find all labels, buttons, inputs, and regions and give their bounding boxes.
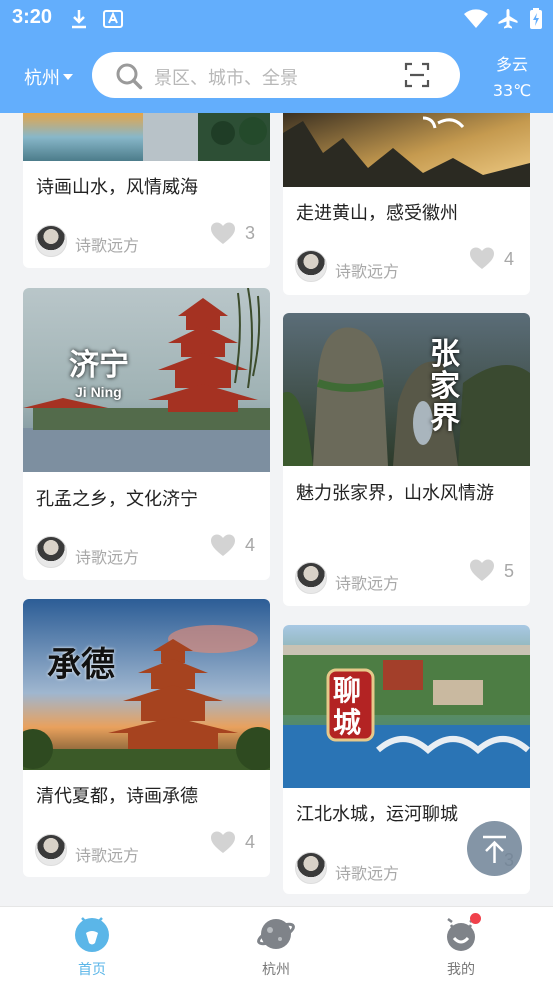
weather-temp: 33℃ xyxy=(492,81,532,100)
image-caption: 张家界 xyxy=(430,337,460,436)
heart-icon[interactable] xyxy=(210,221,236,245)
image-subcaption: Ji Ning xyxy=(75,384,122,400)
avatar xyxy=(295,562,327,594)
search-bar[interactable]: 景区、城市、全景 xyxy=(92,52,460,98)
image-caption: 济宁 xyxy=(69,348,129,383)
like-count: 5 xyxy=(504,561,515,581)
card-author: 诗歌远方 xyxy=(335,262,400,281)
weather-widget[interactable]: 多云 33℃ xyxy=(488,52,536,104)
scan-icon[interactable] xyxy=(404,62,430,88)
image-caption: 聊城 xyxy=(333,674,362,739)
weather-desc: 多云 xyxy=(495,55,528,74)
bottom-tab-bar: 首页 杭州 我的 xyxy=(0,906,553,983)
destination-image xyxy=(283,113,530,187)
avatar xyxy=(35,225,67,257)
card-title: 孔孟之乡，文化济宁 xyxy=(36,489,198,510)
card-title: 走进黄山，感受徽州 xyxy=(296,203,458,224)
planet-icon xyxy=(256,913,296,953)
search-placeholder: 景区、城市、全景 xyxy=(154,68,298,89)
wifi-icon xyxy=(464,9,488,28)
destination-image xyxy=(283,313,530,466)
card-author: 诗歌远方 xyxy=(335,574,400,593)
tab-label: 杭州 xyxy=(262,962,290,978)
status-time: 3:20 xyxy=(12,6,53,28)
card-title: 诗画山水，风情威海 xyxy=(36,177,198,198)
destination-card[interactable]: 走进黄山，感受徽州 诗歌远方 4 xyxy=(283,113,530,295)
tab-label: 我的 xyxy=(447,962,475,978)
tab-city[interactable]: 杭州 xyxy=(236,913,316,979)
profile-deer-icon xyxy=(441,913,481,953)
chevron-down-icon xyxy=(63,74,73,80)
destination-card[interactable]: 济宁 Ji Ning 孔孟之乡，文化济宁 诗歌远方 4 xyxy=(23,288,270,580)
home-deer-icon xyxy=(72,913,112,953)
like-count: 4 xyxy=(245,832,256,852)
destination-card[interactable]: 承德 清代夏都，诗画承德 诗歌远方 4 xyxy=(23,599,270,877)
card-title: 清代夏都，诗画承德 xyxy=(36,786,198,807)
heart-icon[interactable] xyxy=(469,246,495,270)
card-title: 魅力张家界，山水风情游 xyxy=(296,483,494,504)
tab-home[interactable]: 首页 xyxy=(52,913,132,979)
search-icon xyxy=(116,63,143,90)
heart-icon[interactable] xyxy=(210,830,236,854)
card-author: 诗歌远方 xyxy=(75,236,140,255)
card-author: 诗歌远方 xyxy=(75,846,140,865)
avatar xyxy=(35,536,67,568)
like-count: 4 xyxy=(245,535,256,555)
avatar xyxy=(295,852,327,884)
destination-image xyxy=(283,625,530,788)
airplane-icon xyxy=(498,9,518,29)
avatar xyxy=(35,834,67,866)
tab-profile[interactable]: 我的 xyxy=(421,913,501,979)
image-caption: 承德 xyxy=(47,645,115,685)
like-count: 3 xyxy=(245,223,256,243)
download-icon xyxy=(72,10,86,29)
heart-icon[interactable] xyxy=(469,558,495,582)
heart-icon[interactable] xyxy=(210,533,236,557)
arrow-up-icon xyxy=(483,835,506,863)
destination-image xyxy=(23,113,270,161)
city-label: 杭州 xyxy=(24,68,60,89)
destination-card[interactable]: 张家界 魅力张家界，山水风情游 诗歌远方 5 xyxy=(283,313,530,606)
destination-image xyxy=(23,288,270,472)
city-selector[interactable]: 杭州 xyxy=(24,64,73,90)
avatar xyxy=(295,250,327,282)
card-author: 诗歌远方 xyxy=(335,864,400,883)
font-icon xyxy=(103,10,123,28)
notification-badge xyxy=(470,913,481,924)
tab-label: 首页 xyxy=(78,962,106,978)
top-header: 3:20 杭州 景区、城市、全景 多云 33℃ xyxy=(0,0,553,113)
status-bar: 3:20 xyxy=(0,0,553,38)
back-to-top-button[interactable] xyxy=(467,821,522,876)
destination-card[interactable]: 诗画山水，风情威海 诗歌远方 3 xyxy=(23,113,270,268)
card-author: 诗歌远方 xyxy=(75,548,140,567)
like-count: 4 xyxy=(504,249,515,269)
battery-icon xyxy=(530,8,542,29)
